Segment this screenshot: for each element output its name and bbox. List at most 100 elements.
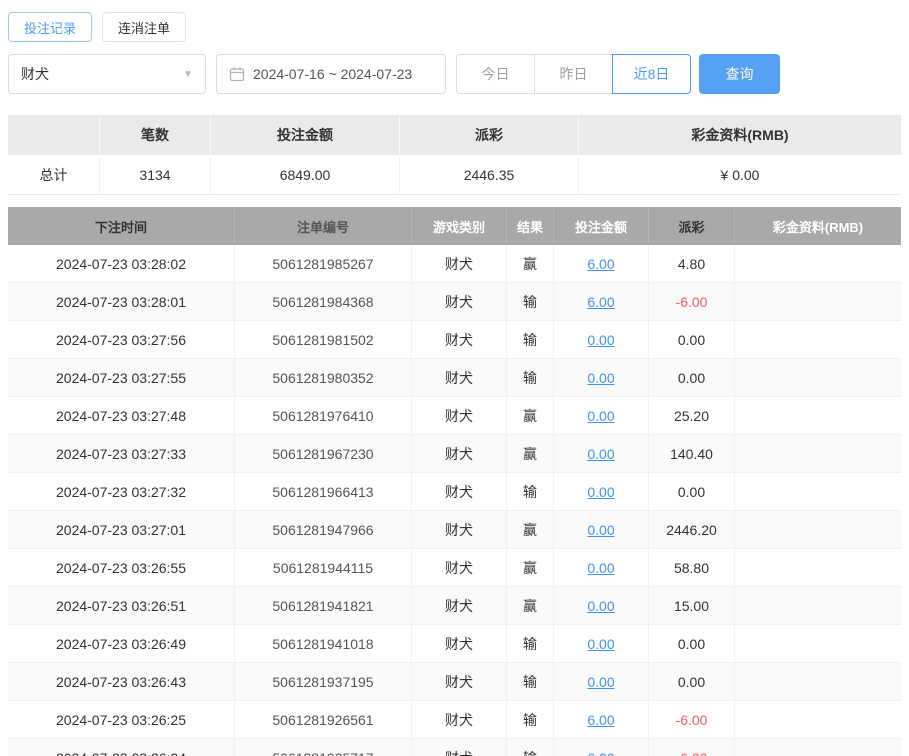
summary-total-count: 3134 [100, 155, 211, 194]
summary-table: 笔数 投注金额 派彩 彩金资料(RMB) 总计 3134 6849.00 244… [8, 115, 901, 195]
game-type-cell: 财犬 [412, 587, 507, 624]
payout-cell: 15.00 [649, 587, 735, 624]
game-type-cell: 财犬 [412, 283, 507, 320]
bet-amount-cell: 0.00 [554, 359, 649, 396]
bet-amount-link[interactable]: 0.00 [587, 636, 614, 652]
bonus-cell [735, 549, 901, 586]
bet-time-cell: 2024-07-23 03:27:56 [8, 321, 235, 358]
table-row: 2024-07-23 03:27:32 5061281966413 财犬 输 0… [8, 473, 901, 511]
game-type-cell: 财犬 [412, 321, 507, 358]
records-table: 下注时间 注单编号 游戏类别 结果 投注金额 派彩 彩金资料(RMB) 2024… [8, 207, 901, 756]
bonus-cell [735, 663, 901, 700]
game-type-cell: 财犬 [412, 549, 507, 586]
payout-cell: -6.00 [649, 701, 735, 738]
table-row: 2024-07-23 03:27:55 5061281980352 财犬 输 0… [8, 359, 901, 397]
payout-cell: 4.80 [649, 245, 735, 282]
bet-amount-cell: 0.00 [554, 435, 649, 472]
bonus-cell [735, 435, 901, 472]
result-cell: 输 [507, 625, 554, 662]
order-id-cell: 5061281981502 [235, 321, 412, 358]
bonus-cell [735, 397, 901, 434]
header-order-id: 注单编号 [235, 207, 412, 245]
date-range-picker[interactable]: 2024-07-16 ~ 2024-07-23 [216, 54, 446, 94]
bet-amount-link[interactable]: 0.00 [587, 598, 614, 614]
result-cell: 赢 [507, 511, 554, 548]
result-cell: 输 [507, 663, 554, 700]
bet-amount-link[interactable]: 6.00 [587, 256, 614, 272]
game-type-cell: 财犬 [412, 245, 507, 282]
bet-amount-link[interactable]: 0.00 [587, 674, 614, 690]
game-type-cell: 财犬 [412, 701, 507, 738]
order-id-cell: 5061281944115 [235, 549, 412, 586]
bonus-cell [735, 359, 901, 396]
bet-amount-cell: 0.00 [554, 473, 649, 510]
bet-amount-link[interactable]: 0.00 [587, 408, 614, 424]
game-type-cell: 财犬 [412, 625, 507, 662]
bet-time-cell: 2024-07-23 03:27:01 [8, 511, 235, 548]
bet-amount-link[interactable]: 0.00 [587, 370, 614, 386]
order-id-cell: 5061281941018 [235, 625, 412, 662]
summary-total-bet-amount: 6849.00 [211, 155, 400, 194]
summary-header-bonus: 彩金资料(RMB) [579, 115, 901, 155]
bet-amount-cell: 0.00 [554, 549, 649, 586]
bet-amount-cell: 0.00 [554, 663, 649, 700]
game-type-cell: 财犬 [412, 511, 507, 548]
table-row: 2024-07-23 03:26:55 5061281944115 财犬 赢 0… [8, 549, 901, 587]
header-game-type: 游戏类别 [412, 207, 507, 245]
bonus-cell [735, 245, 901, 282]
game-type-cell: 财犬 [412, 359, 507, 396]
table-row: 2024-07-23 03:26:25 5061281926561 财犬 输 6… [8, 701, 901, 739]
bet-amount-cell: 6.00 [554, 283, 649, 320]
game-type-cell: 财犬 [412, 739, 507, 756]
betting-records-page: 投注记录 连消注单 财犬 ▼ 2024-07-16 ~ 2024-07-23 今… [0, 0, 909, 756]
payout-cell: 0.00 [649, 663, 735, 700]
game-select[interactable]: 财犬 ▼ [8, 54, 206, 94]
summary-header-blank [8, 115, 100, 155]
bet-time-cell: 2024-07-23 03:27:48 [8, 397, 235, 434]
payout-cell: -6.00 [649, 283, 735, 320]
table-row: 2024-07-23 03:27:48 5061281976410 财犬 赢 0… [8, 397, 901, 435]
game-type-cell: 财犬 [412, 663, 507, 700]
bonus-cell [735, 511, 901, 548]
bet-time-cell: 2024-07-23 03:27:33 [8, 435, 235, 472]
payout-cell: -6.00 [649, 739, 735, 756]
result-cell: 赢 [507, 397, 554, 434]
result-cell: 赢 [507, 435, 554, 472]
tab-cancelled-orders[interactable]: 连消注单 [102, 12, 186, 42]
bet-amount-cell: 6.00 [554, 245, 649, 282]
bet-amount-link[interactable]: 6.00 [587, 712, 614, 728]
result-cell: 赢 [507, 549, 554, 586]
summary-header-payout: 派彩 [400, 115, 579, 155]
order-id-cell: 5061281947966 [235, 511, 412, 548]
result-cell: 输 [507, 321, 554, 358]
result-cell: 输 [507, 359, 554, 396]
header-bonus: 彩金资料(RMB) [735, 207, 901, 245]
table-body: 2024-07-23 03:28:02 5061281985267 财犬 赢 6… [8, 245, 901, 756]
table-row: 2024-07-23 03:26:24 5061281925717 财犬 输 6… [8, 739, 901, 756]
last-8-days-button[interactable]: 近8日 [612, 54, 691, 94]
bet-amount-cell: 0.00 [554, 587, 649, 624]
bet-amount-cell: 6.00 [554, 739, 649, 756]
bet-amount-link[interactable]: 6.00 [587, 750, 614, 756]
payout-cell: 0.00 [649, 321, 735, 358]
bet-time-cell: 2024-07-23 03:26:55 [8, 549, 235, 586]
tab-betting-records[interactable]: 投注记录 [8, 12, 92, 42]
yesterday-button[interactable]: 昨日 [534, 54, 613, 94]
bet-time-cell: 2024-07-23 03:26:51 [8, 587, 235, 624]
bet-amount-link[interactable]: 0.00 [587, 484, 614, 500]
bonus-cell [735, 625, 901, 662]
bet-amount-link[interactable]: 0.00 [587, 332, 614, 348]
result-cell: 赢 [507, 245, 554, 282]
query-button[interactable]: 查询 [699, 54, 780, 94]
game-type-cell: 财犬 [412, 473, 507, 510]
bet-amount-link[interactable]: 6.00 [587, 294, 614, 310]
today-button[interactable]: 今日 [456, 54, 535, 94]
table-row: 2024-07-23 03:27:56 5061281981502 财犬 输 0… [8, 321, 901, 359]
order-id-cell: 5061281976410 [235, 397, 412, 434]
bet-amount-link[interactable]: 0.00 [587, 446, 614, 462]
bet-amount-link[interactable]: 0.00 [587, 560, 614, 576]
quick-date-button-group: 今日 昨日 近8日 [456, 54, 691, 94]
bet-amount-link[interactable]: 0.00 [587, 522, 614, 538]
payout-cell: 25.20 [649, 397, 735, 434]
summary-header-row: 笔数 投注金额 派彩 彩金资料(RMB) [8, 115, 901, 155]
